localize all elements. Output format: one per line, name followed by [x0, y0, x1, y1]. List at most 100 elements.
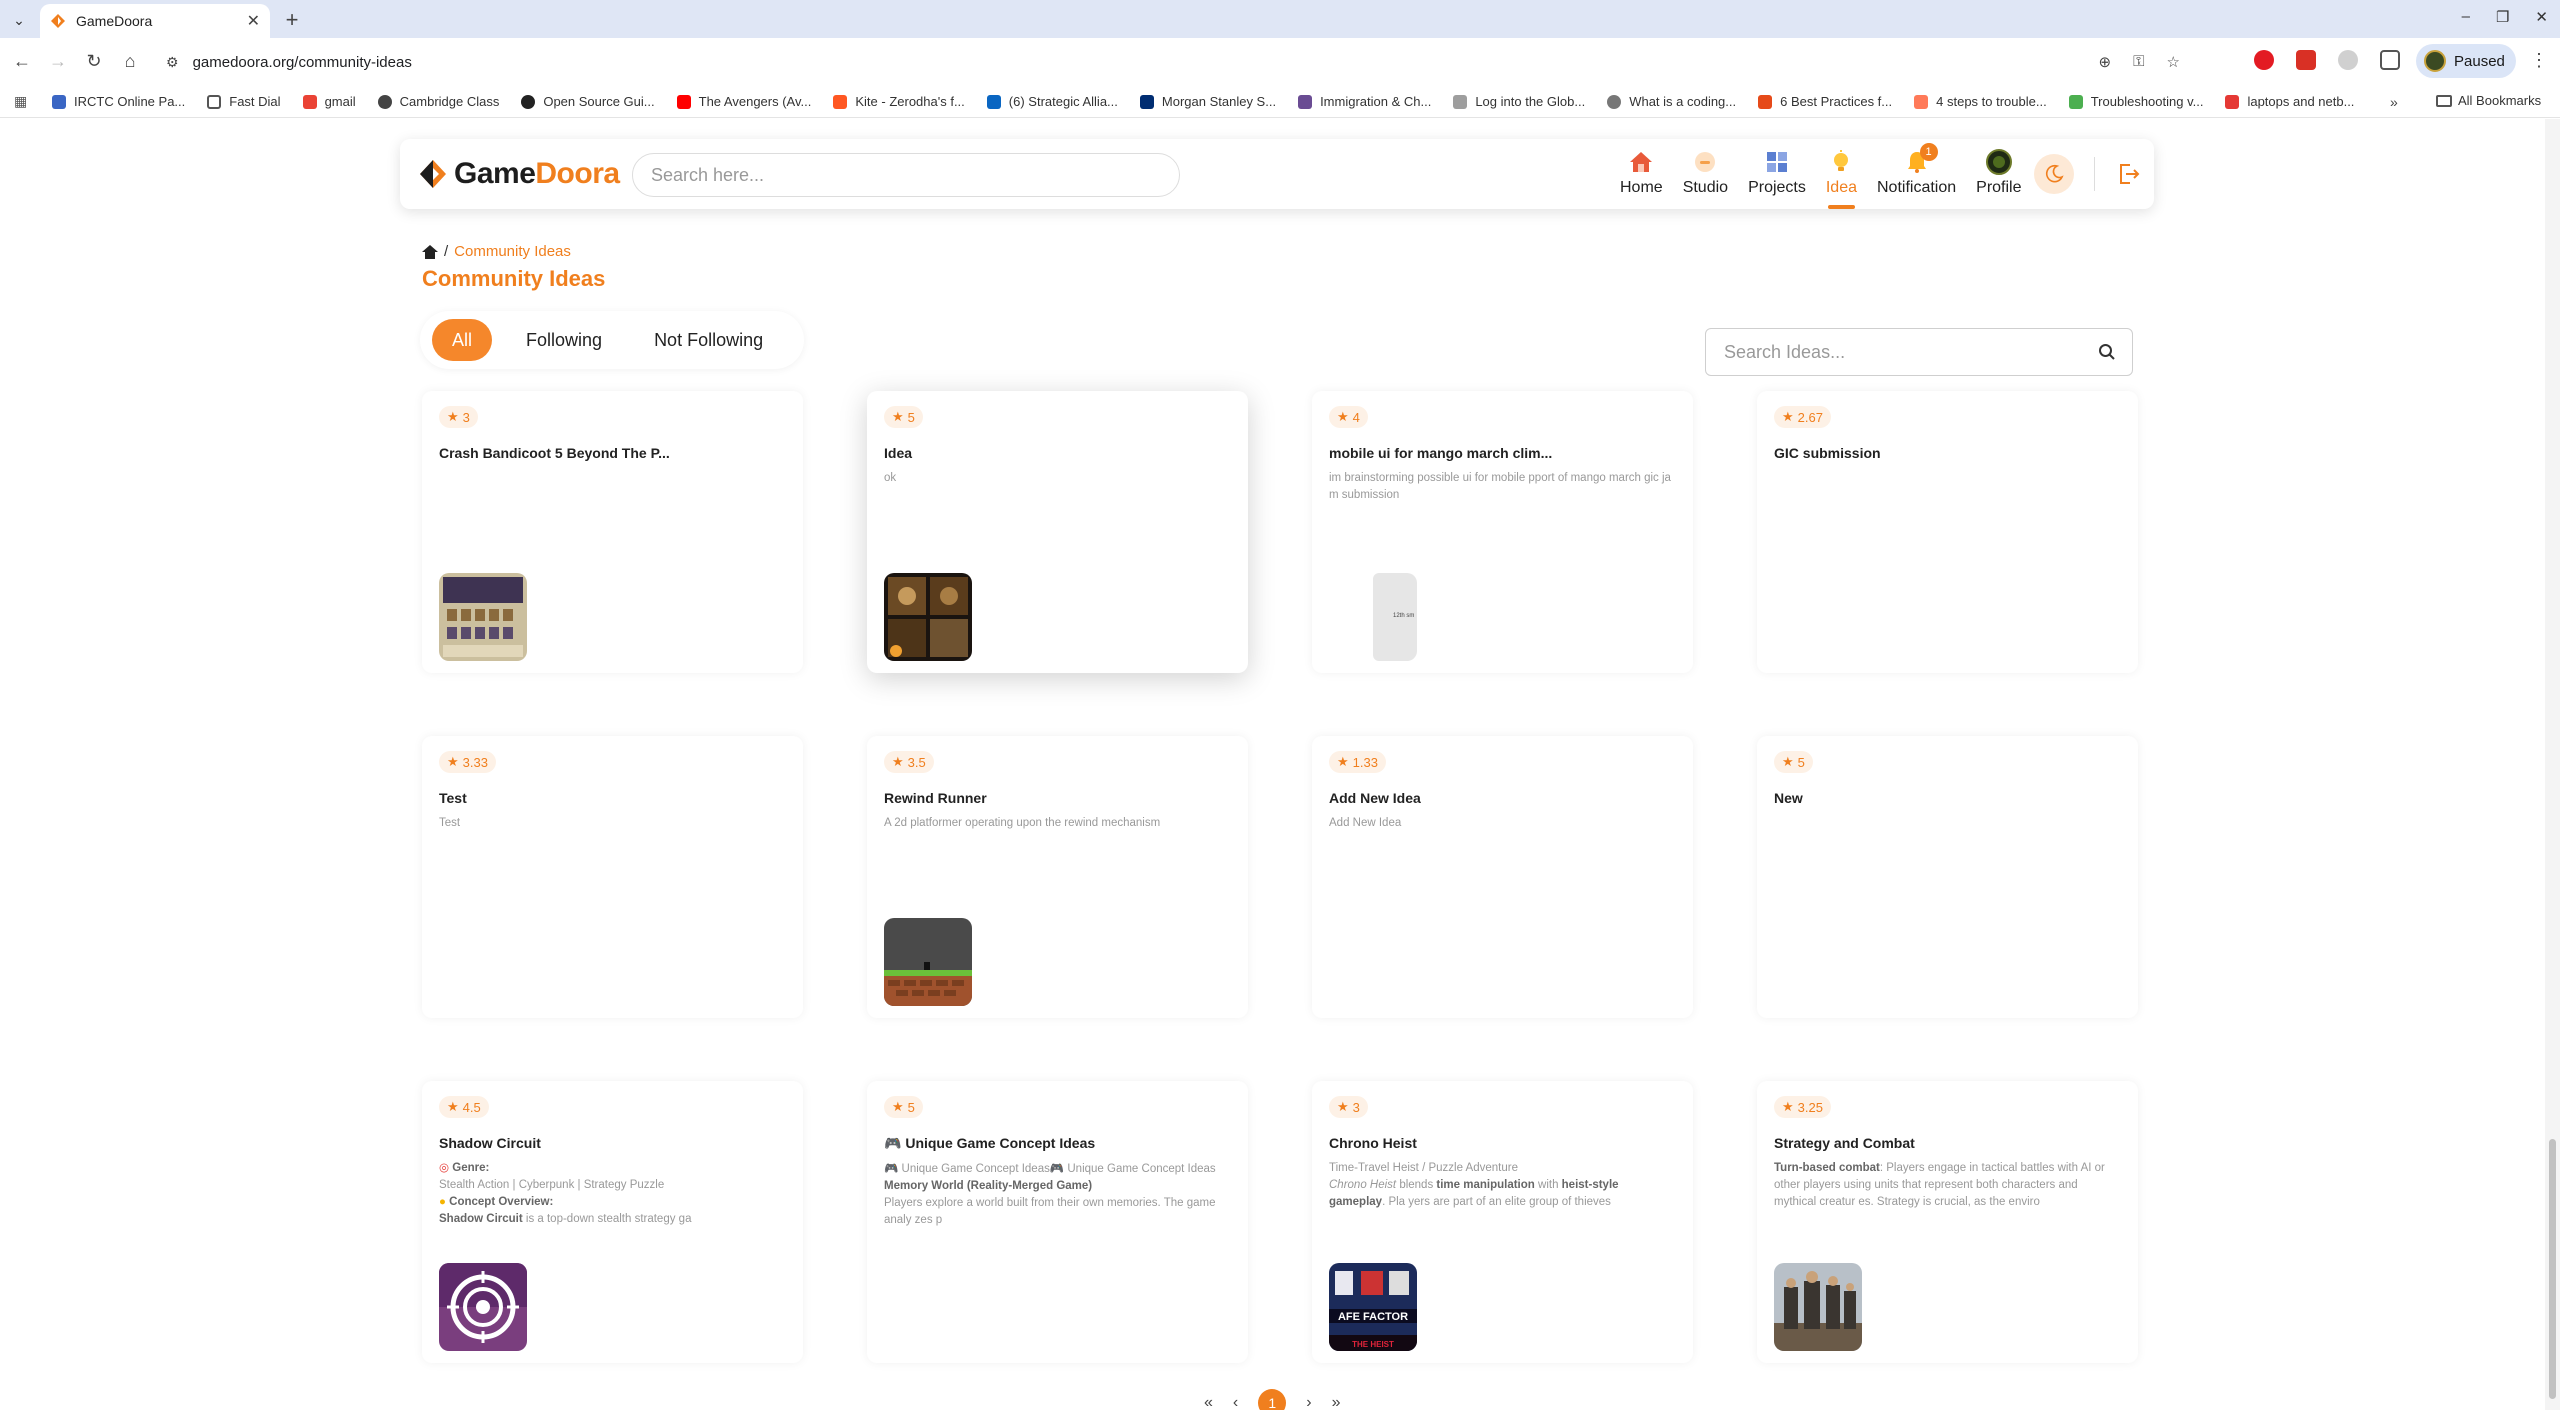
restore-icon[interactable]: ❐ [2496, 8, 2509, 26]
browser-tabbar: ⌄ GameDoora ✕ + – ❐ ✕ [0, 0, 2560, 38]
bookmark-item[interactable]: 6 Best Practices f... [1758, 94, 1892, 109]
idea-card[interactable]: ★ 3 Crash Bandicoot 5 Beyond The P... [422, 391, 803, 673]
zoom-icon[interactable]: ⊕ [2099, 53, 2112, 71]
idea-description: Add New Idea [1329, 817, 1402, 829]
bookmark-item[interactable]: What is a coding... [1607, 94, 1736, 109]
bookmark-item[interactable]: Morgan Stanley S... [1139, 94, 1276, 109]
idea-card[interactable]: ★ 3.33 Test Test [422, 736, 803, 1018]
page-number-current[interactable]: 1 [1258, 1389, 1287, 1410]
nav-notification[interactable]: 1 Notification [1867, 143, 1966, 203]
idea-thumbnail [884, 573, 972, 661]
prev-page-icon[interactable]: ‹ [1233, 1394, 1238, 1410]
browser-menu-icon[interactable]: ⋮ [2530, 50, 2548, 71]
nav-studio[interactable]: Studio [1673, 147, 1738, 203]
star-icon: ★ [447, 754, 459, 769]
back-icon[interactable]: ← [10, 49, 34, 73]
logo-text-game: Game [454, 157, 536, 190]
last-page-icon[interactable]: » [1332, 1394, 1341, 1410]
tab-close-icon[interactable]: ✕ [247, 11, 260, 31]
idea-card[interactable]: ★ 4.5 Shadow Circuit ◎ Genre: Stealth Act… [422, 1081, 803, 1363]
nav-projects[interactable]: Projects [1738, 147, 1816, 203]
bookmark-star-icon[interactable]: ☆ [2167, 53, 2180, 71]
record-extension-icon[interactable] [2296, 50, 2316, 70]
nav-home[interactable]: Home [1610, 147, 1673, 203]
rating-badge: ★ 1.33 [1329, 751, 1386, 773]
idea-card[interactable]: ★ 5 🎮 Unique Game Concept Ideas 🎮 Unique … [867, 1081, 1248, 1363]
page-content: GameDoora Home Studio Projects [0, 119, 2545, 1410]
new-tab-button[interactable]: + [280, 7, 304, 33]
breadcrumb-home-icon[interactable] [422, 244, 438, 259]
star-icon: ★ [1337, 754, 1349, 769]
bookmark-item[interactable]: Cambridge Class [377, 94, 499, 109]
logo-mark-icon [420, 160, 446, 188]
bookmark-item[interactable]: Log into the Glob... [1453, 94, 1585, 109]
filter-all-button[interactable]: All [432, 319, 493, 361]
rating-badge: ★ 3 [1329, 1096, 1368, 1118]
idea-description: Test [439, 817, 461, 829]
logout-button[interactable] [2116, 161, 2142, 187]
idea-card[interactable]: ★ 3.25 Strategy and Combat Turn-based com… [1757, 1081, 2138, 1363]
bookmark-item[interactable]: gmail [302, 94, 356, 109]
rating-badge: ★ 5 [1774, 751, 1813, 773]
bookmark-item[interactable]: Kite - Zerodha's f... [833, 94, 965, 109]
address-bar[interactable]: ⚙ gamedoora.org/community-ideas ⊕ ⚿ ☆ [156, 44, 2196, 80]
bookmark-item[interactable]: IRCTC Online Pa... [52, 94, 185, 109]
bookmark-folder[interactable]: Fast Dial [207, 94, 281, 109]
nav-profile[interactable]: Profile [1966, 147, 2031, 203]
minimize-icon[interactable]: – [2462, 8, 2470, 26]
bookmark-item[interactable]: Open Source Gui... [521, 94, 655, 109]
site-info-icon[interactable]: ⚙ [166, 54, 179, 71]
ideas-search-input[interactable] [1706, 329, 2086, 375]
bookmarks-overflow-icon[interactable]: » [2390, 94, 2398, 110]
all-bookmarks-button[interactable]: All Bookmarks [2436, 93, 2541, 108]
scrollbar-thumb[interactable] [2549, 1139, 2556, 1399]
breadcrumb-current[interactable]: Community Ideas [454, 243, 571, 260]
close-window-icon[interactable]: ✕ [2535, 8, 2548, 26]
next-page-icon[interactable]: › [1306, 1394, 1311, 1410]
tab-list-chevron-icon[interactable]: ⌄ [8, 9, 30, 31]
bookmark-item[interactable]: The Avengers (Av... [676, 94, 811, 109]
star-icon: ★ [1782, 1099, 1794, 1114]
search-icon[interactable] [2098, 343, 2116, 361]
idea-card[interactable]: ★ 1.33 Add New Idea Add New Idea [1312, 736, 1693, 1018]
bookmark-item[interactable]: Immigration & Ch... [1298, 94, 1431, 109]
first-page-icon[interactable]: « [1204, 1394, 1213, 1410]
nav-idea[interactable]: Idea [1816, 147, 1867, 209]
projects-icon [1764, 149, 1790, 175]
reload-icon[interactable]: ↻ [82, 49, 106, 73]
idea-title: Rewind Runner [884, 790, 987, 806]
grey-extension-icon[interactable] [2338, 50, 2358, 70]
apps-grid-icon[interactable]: ▦ [14, 93, 32, 110]
idea-card[interactable]: ★ 5 New [1757, 736, 2138, 1018]
bookmark-item[interactable]: 4 steps to trouble... [1914, 94, 2047, 109]
forward-icon[interactable]: → [46, 49, 70, 73]
star-icon: ★ [892, 409, 904, 424]
password-key-icon[interactable]: ⚿ [2133, 53, 2144, 71]
browser-tab[interactable]: GameDoora ✕ [40, 4, 270, 38]
main-nav: Home Studio Projects Idea 1 Notification… [1610, 143, 2032, 209]
bookmark-item[interactable]: (6) Strategic Allia... [986, 94, 1118, 109]
extensions-puzzle-icon[interactable] [2380, 50, 2400, 70]
idea-card[interactable]: ★ 2.67 GIC submission [1757, 391, 2138, 673]
idea-title: 🎮 Unique Game Concept Ideas [884, 1135, 1096, 1151]
idea-title: Chrono Heist [1329, 1135, 1417, 1151]
idea-card[interactable]: ★ 3 Chrono Heist Time-Travel Heist / Puzz… [1312, 1081, 1693, 1363]
bookmark-item[interactable]: Troubleshooting v... [2068, 94, 2203, 109]
idea-card[interactable]: ★ 4 mobile ui for mango march clim... im … [1312, 391, 1693, 673]
dark-mode-toggle[interactable] [2034, 154, 2074, 194]
filter-following-button[interactable]: Following [508, 319, 620, 361]
profile-button[interactable]: Paused [2416, 44, 2516, 78]
gamedoora-logo[interactable]: GameDoora [420, 157, 620, 191]
home-browser-icon[interactable]: ⌂ [118, 49, 142, 73]
page-scrollbar[interactable] [2545, 119, 2560, 1410]
rating-badge: ★ 3.25 [1774, 1096, 1831, 1118]
idea-card[interactable]: ★ 3.5 Rewind Runner A 2d platformer opera… [867, 736, 1248, 1018]
filter-not-following-button[interactable]: Not Following [636, 319, 781, 361]
site-search-input[interactable] [632, 153, 1180, 197]
mobile-ui-thumbnail: 12th sm [1329, 573, 1417, 661]
idea-card[interactable]: ★ 5 Idea ok [867, 391, 1248, 673]
star-icon: ★ [892, 1099, 904, 1114]
bookmark-item[interactable]: laptops and netb... [2225, 94, 2354, 109]
opera-extension-icon[interactable] [2254, 50, 2274, 70]
nav-label: Idea [1825, 179, 1857, 196]
